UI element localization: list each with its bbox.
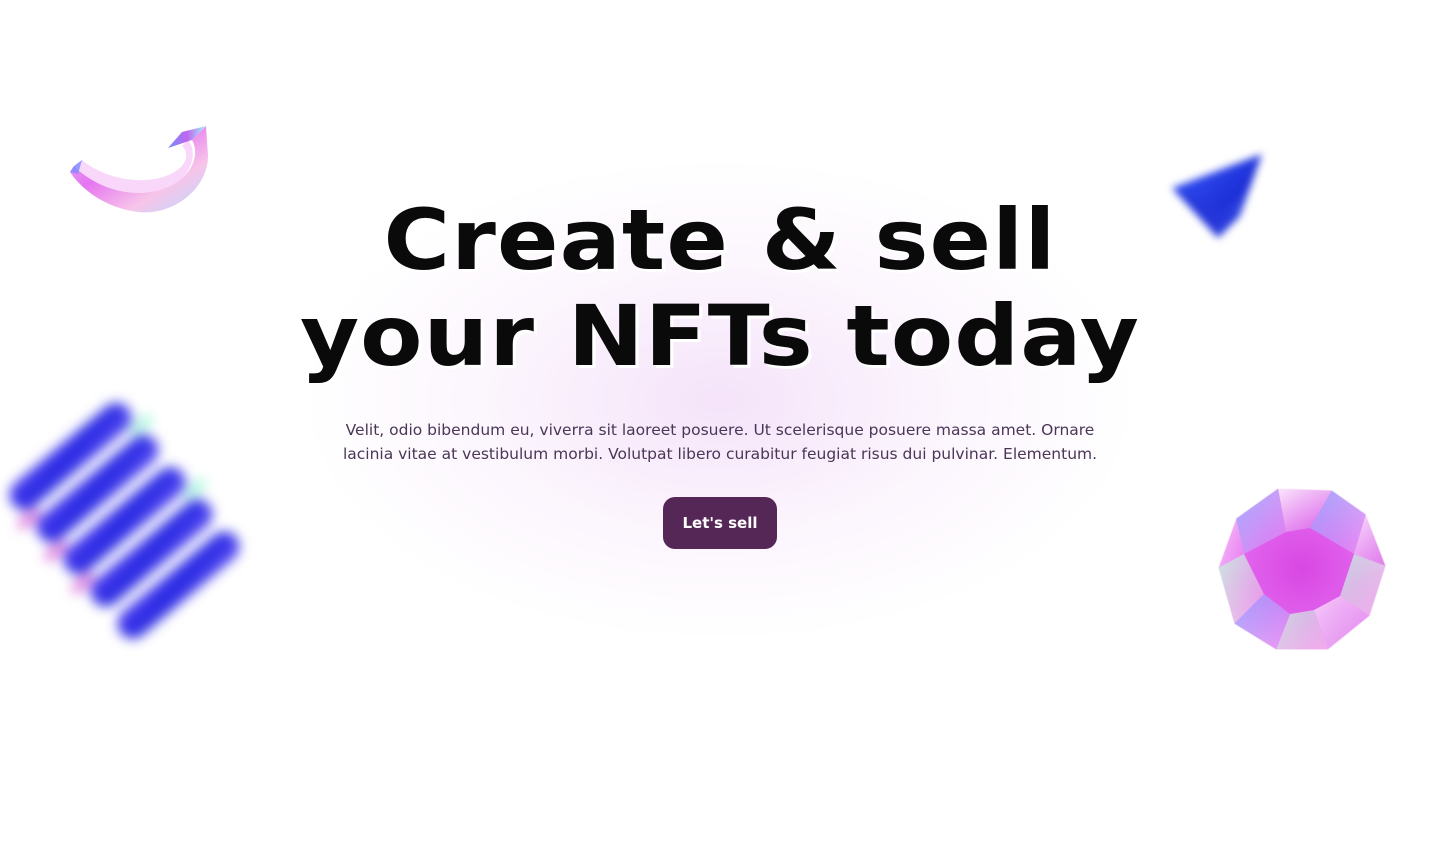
hero-headline: Create & sell your NFTs today: [0, 192, 1440, 384]
hero-subtitle: Velit, odio bibendum eu, viverra sit lao…: [342, 421, 1098, 463]
hero-headline-line-1: Create & sell: [383, 191, 1057, 289]
hero-section: Create & sell your NFTs today Velit, odi…: [0, 0, 1440, 864]
hero-headline-line-2: your NFTs today: [299, 287, 1141, 385]
lets-sell-button[interactable]: Let's sell: [663, 497, 777, 549]
landing-page: Create & sell your NFTs today Velit, odi…: [0, 0, 1440, 864]
